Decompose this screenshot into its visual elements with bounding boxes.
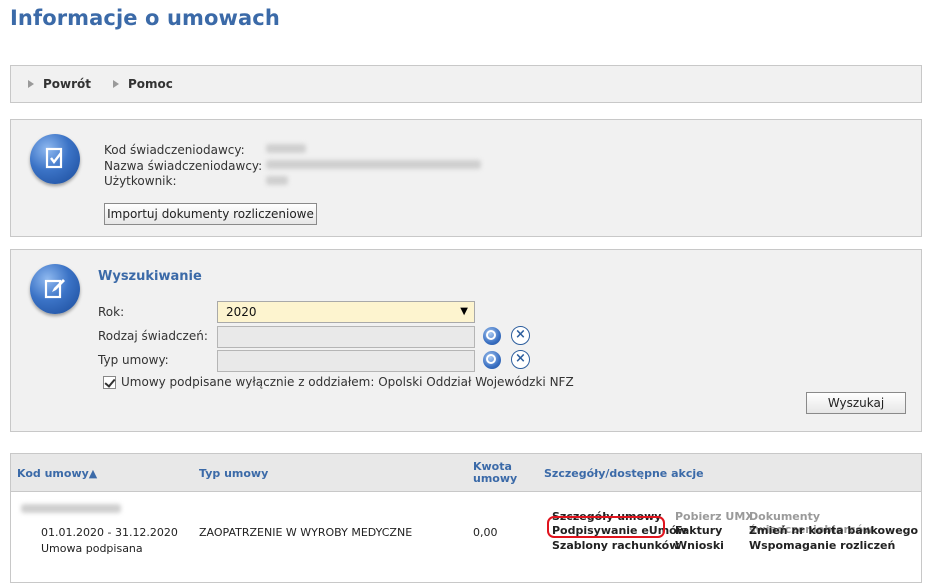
contract-code-redacted <box>21 504 121 513</box>
provider-code-redacted <box>266 144 306 153</box>
column-amount-line2: umowy <box>473 472 518 485</box>
year-select[interactable]: 2020 ▼ <box>217 301 475 323</box>
invoice-templates-link[interactable]: Szablony rachunków <box>552 539 679 552</box>
results-table: Kod umowy▲ Typ umowy Kwota umowy Szczegó… <box>10 453 922 583</box>
search-title: Wyszukiwanie <box>98 269 202 284</box>
results-header: Kod umowy▲ Typ umowy Kwota umowy Szczegó… <box>11 454 921 492</box>
contract-period: 01.01.2020 - 31.12.2020 <box>41 526 178 539</box>
column-amount: Kwota umowy <box>473 461 517 485</box>
provider-name-label: Nazwa świadczeniodawcy: <box>104 158 263 173</box>
contract-type-clear-icon[interactable]: × <box>511 350 530 369</box>
contract-status: Umowa podpisana <box>41 542 143 555</box>
benefit-type-clear-icon[interactable]: × <box>511 326 530 345</box>
dropdown-arrow-icon: ▼ <box>460 306 468 317</box>
help-link[interactable]: Pomoc <box>113 77 173 91</box>
contract-type-search-icon[interactable] <box>483 351 501 369</box>
column-type: Typ umowy <box>199 467 269 480</box>
provider-name-redacted <box>266 160 481 169</box>
user-label: Użytkownik: <box>104 174 177 188</box>
invoices-link[interactable]: Faktury <box>675 524 722 537</box>
back-link[interactable]: Powrót <box>28 77 91 91</box>
highlight-outline <box>547 516 665 538</box>
import-documents-button[interactable]: Importuj dokumenty rozliczeniowe <box>104 203 317 225</box>
column-actions: Szczegóły/dostępne akcje <box>544 467 704 480</box>
help-link-label: Pomoc <box>128 77 173 91</box>
year-select-value: 2020 <box>226 305 257 319</box>
document-check-icon <box>30 134 80 184</box>
branch-only-checkbox[interactable] <box>103 375 116 389</box>
branch-only-checkbox-row[interactable]: Umowy podpisane wyłącznie z oddziałem: O… <box>103 375 574 389</box>
contract-type: ZAOPATRZENIE W WYROBY MEDYCZNE <box>199 526 413 539</box>
triangle-right-icon <box>28 80 34 88</box>
contract-amount: 0,00 <box>473 526 498 539</box>
edit-document-icon <box>30 264 80 314</box>
branch-only-checkbox-label: Umowy podpisane wyłącznie z oddziałem: O… <box>121 375 574 389</box>
provider-code-label: Kod świadczeniodawcy: <box>104 143 245 157</box>
nav-bar: Powrót Pomoc <box>10 65 922 103</box>
benefit-type-field[interactable] <box>217 326 475 348</box>
page-title: Informacje o umowach <box>10 6 280 30</box>
provider-info-labels: Kod świadczeniodawcy: Nazwa świadczeniod… <box>104 143 262 190</box>
change-bank-account-link[interactable]: Zmień nr konta bankowego <box>749 524 918 537</box>
settlement-support-link[interactable]: Wspomaganie rozliczeń <box>749 539 895 552</box>
contract-type-field[interactable] <box>217 350 475 372</box>
triangle-right-icon <box>113 80 119 88</box>
back-link-label: Powrót <box>43 77 92 91</box>
benefit-type-label: Rodzaj świadczeń: <box>98 329 208 343</box>
applications-link[interactable]: Wnioski <box>675 539 724 552</box>
search-panel: Wyszukiwanie Rok: 2020 ▼ Rodzaj świadcze… <box>10 249 922 432</box>
column-code-sort[interactable]: Kod umowy▲ <box>17 467 97 480</box>
contract-type-label: Typ umowy: <box>98 353 169 367</box>
year-label: Rok: <box>98 305 125 319</box>
user-redacted <box>266 176 288 185</box>
download-umx-link: Pobierz UMX <box>675 510 754 523</box>
benefit-type-search-icon[interactable] <box>483 327 501 345</box>
provider-info-panel: Kod świadczeniodawcy: Nazwa świadczeniod… <box>10 119 922 237</box>
search-button[interactable]: Wyszukaj <box>806 392 906 414</box>
